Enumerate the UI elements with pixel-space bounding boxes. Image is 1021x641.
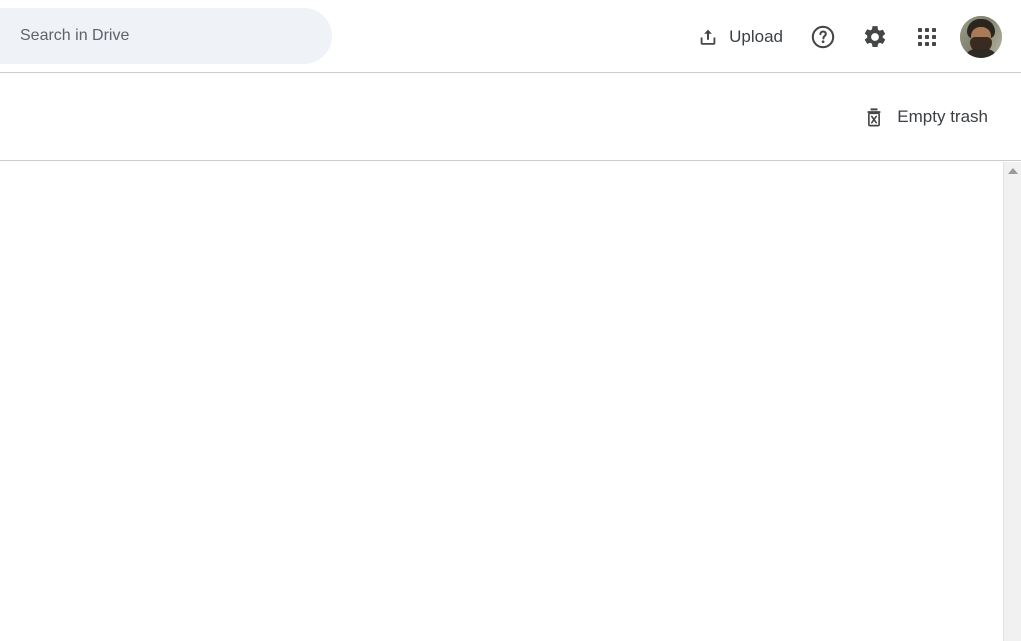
apps-grid-icon bbox=[915, 25, 939, 49]
trash-content-area bbox=[0, 162, 1003, 641]
header-actions: Upload bbox=[689, 0, 1005, 73]
trash-x-icon bbox=[863, 106, 885, 128]
empty-trash-button[interactable]: Empty trash bbox=[857, 97, 994, 137]
triangle-up-icon bbox=[1007, 168, 1018, 174]
gear-icon bbox=[862, 24, 888, 50]
settings-button[interactable] bbox=[851, 13, 899, 61]
upload-button-label: Upload bbox=[729, 26, 783, 46]
help-button[interactable] bbox=[799, 13, 847, 61]
avatar bbox=[960, 15, 1002, 58]
scroll-up-arrow-icon[interactable] bbox=[1004, 162, 1021, 180]
upload-button[interactable]: Upload bbox=[689, 17, 795, 57]
search-input[interactable] bbox=[0, 8, 332, 64]
trash-toolbar: Empty trash bbox=[0, 73, 1021, 161]
vertical-scrollbar[interactable] bbox=[1003, 162, 1021, 641]
account-avatar-button[interactable] bbox=[957, 13, 1005, 61]
apps-grid-button[interactable] bbox=[903, 13, 951, 61]
upload-icon bbox=[697, 26, 719, 48]
help-icon bbox=[810, 24, 836, 50]
drive-trash-page: Upload bbox=[0, 0, 1021, 641]
app-header: Upload bbox=[0, 0, 1021, 73]
empty-trash-label: Empty trash bbox=[897, 106, 988, 126]
